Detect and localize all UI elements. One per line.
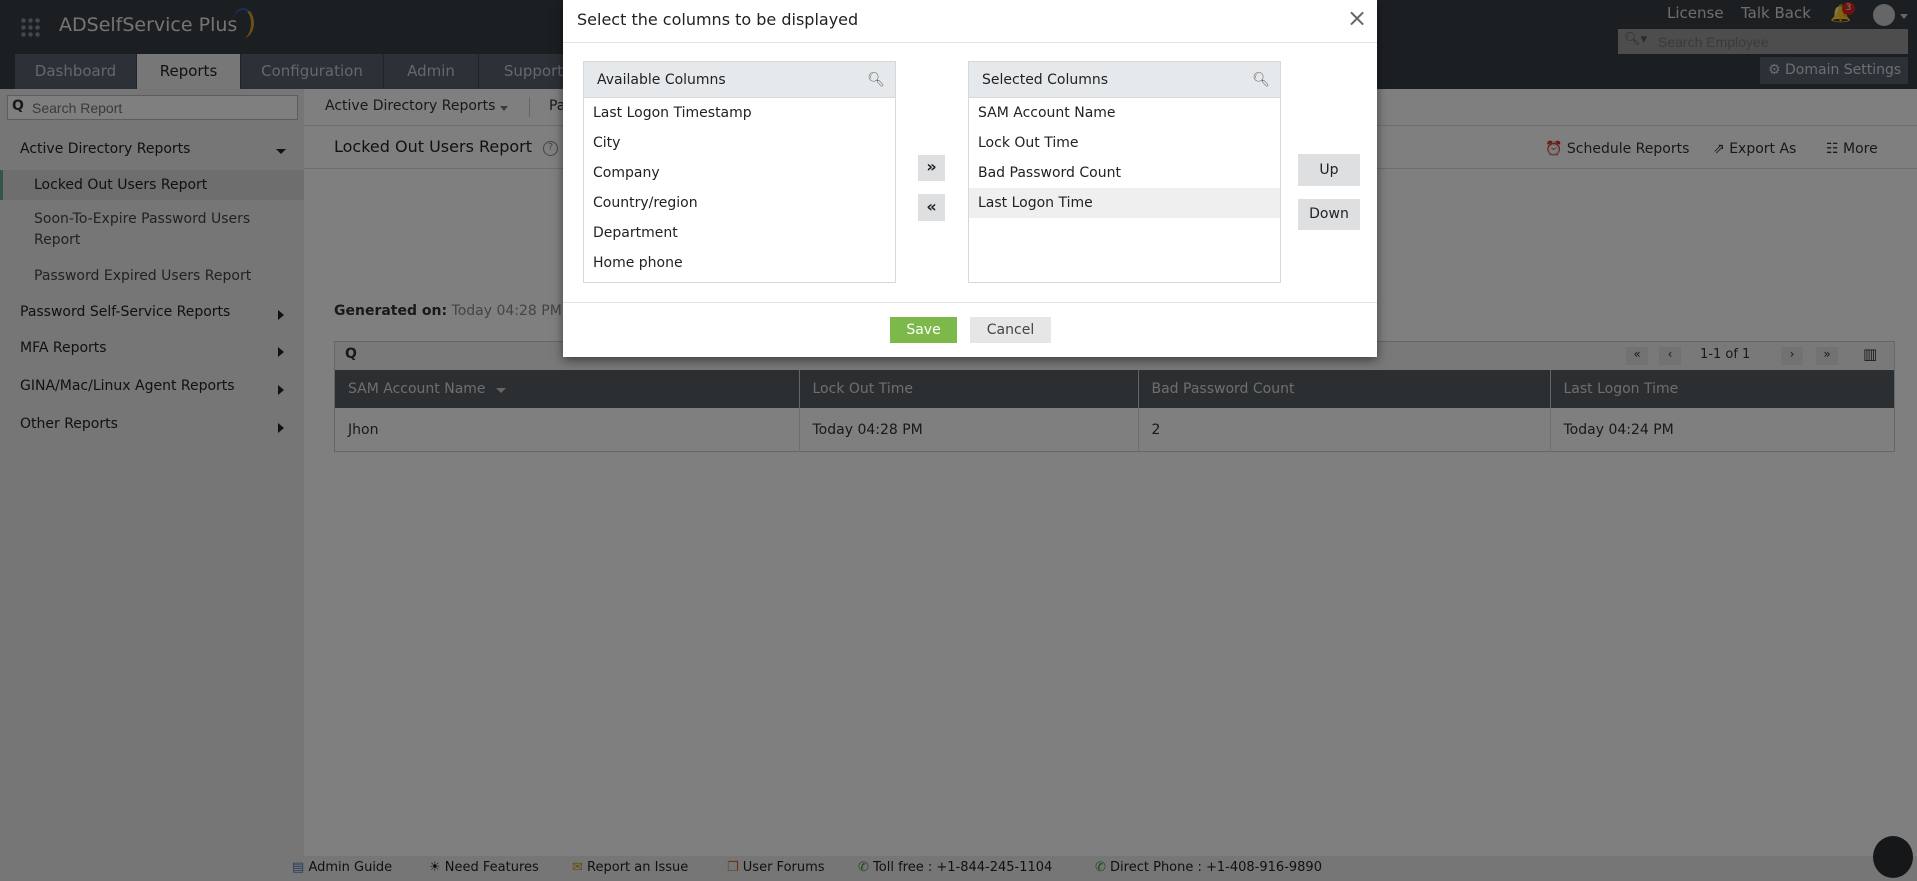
close-icon[interactable]: ×: [1347, 4, 1367, 32]
available-columns-list: Available Columns 🔍︎ Last Logon Timestamp…: [583, 61, 896, 283]
list-item[interactable]: Lock Out Time: [969, 128, 1280, 158]
list-item[interactable]: Home phone: [584, 248, 895, 278]
list-item[interactable]: City: [584, 128, 895, 158]
available-columns-header: Available Columns 🔍︎: [584, 62, 895, 98]
search-icon[interactable]: 🔍︎: [867, 62, 885, 98]
cancel-button[interactable]: Cancel: [970, 317, 1051, 343]
list-item[interactable]: Company: [584, 158, 895, 188]
save-button[interactable]: Save: [890, 317, 957, 343]
list-item[interactable]: Bad Password Count: [969, 158, 1280, 188]
search-icon[interactable]: 🔍︎: [1252, 62, 1270, 98]
list-item[interactable]: Country/region: [584, 188, 895, 218]
dialog-title: Select the columns to be displayed: [577, 10, 859, 29]
selected-columns-list: Selected Columns 🔍︎ SAM Account Name Lock…: [968, 61, 1281, 283]
list-item[interactable]: Department: [584, 218, 895, 248]
available-columns-title: Available Columns: [597, 72, 726, 88]
remove-column-button[interactable]: «: [918, 194, 945, 221]
selected-columns-header: Selected Columns 🔍︎: [969, 62, 1280, 98]
list-item[interactable]: SAM Account Name: [969, 98, 1280, 128]
move-down-button[interactable]: Down: [1298, 199, 1360, 230]
move-up-button[interactable]: Up: [1298, 154, 1360, 186]
divider: [563, 42, 1377, 43]
list-item[interactable]: Last Logon Timestamp: [584, 98, 895, 128]
select-columns-dialog: Select the columns to be displayed × Ava…: [563, 0, 1377, 357]
list-item-selected[interactable]: Last Logon Time: [969, 188, 1280, 218]
divider: [563, 302, 1377, 303]
add-column-button[interactable]: »: [918, 155, 945, 181]
selected-columns-title: Selected Columns: [982, 72, 1109, 88]
